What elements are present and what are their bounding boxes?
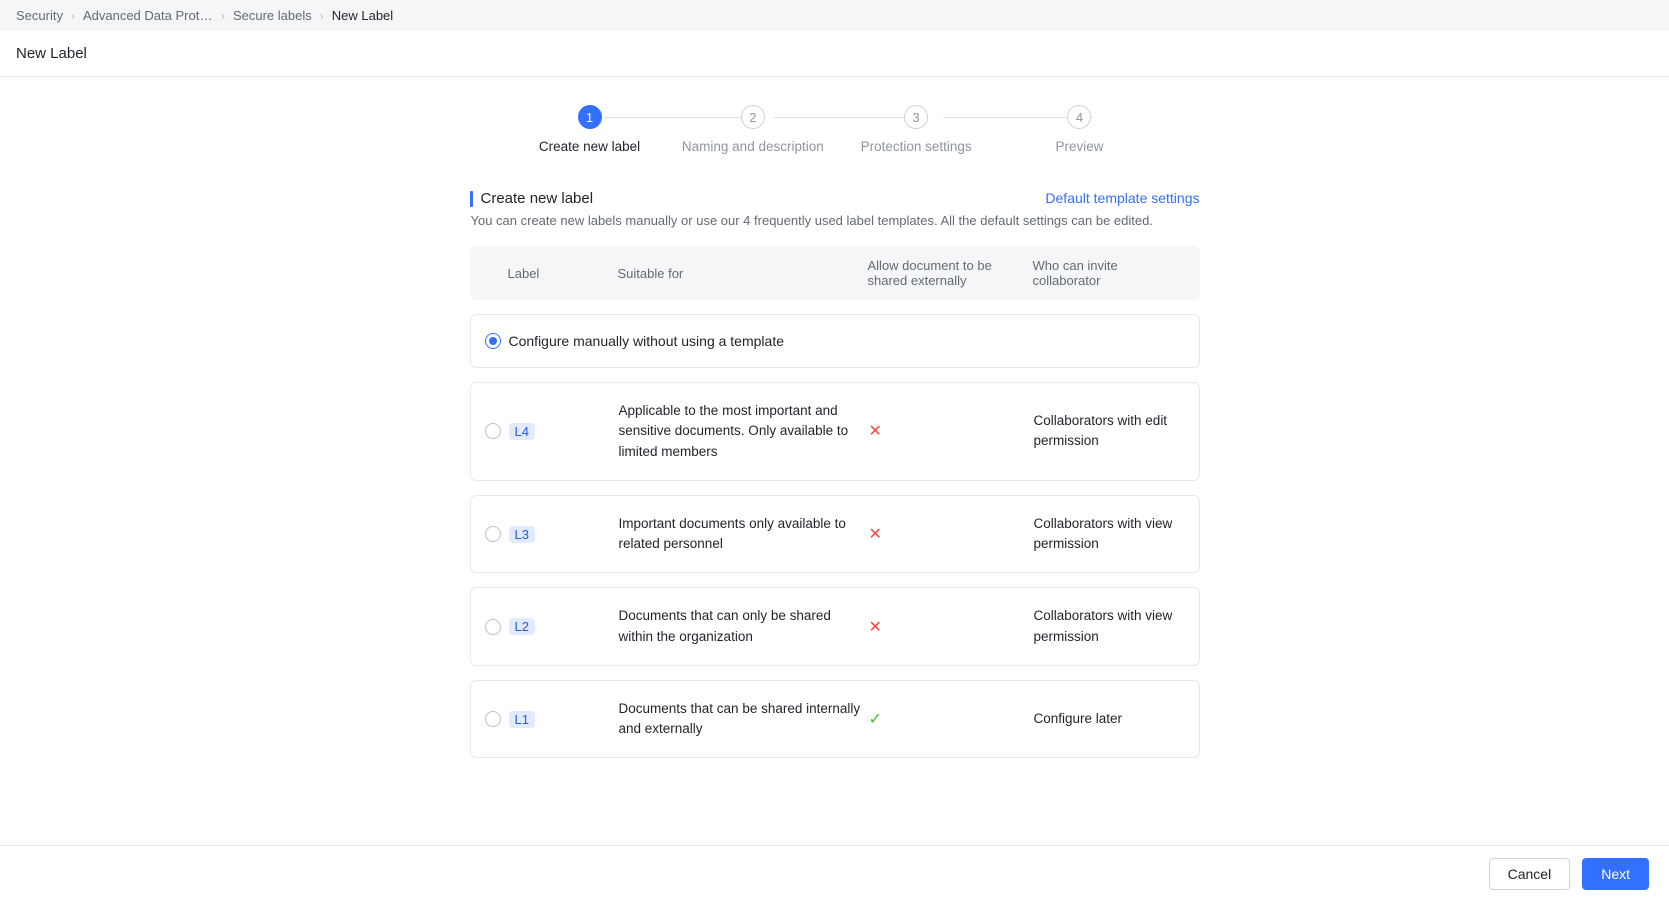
step-circle-2: 2 — [741, 105, 765, 129]
col-header-share: Allow document to be shared externally — [868, 258, 1033, 288]
accent-bar-icon — [470, 191, 473, 207]
col-header-invite: Who can invite collaborator — [1033, 258, 1180, 288]
label-badge: L3 — [509, 526, 535, 543]
breadcrumb-item-current: New Label — [332, 8, 393, 23]
x-icon: ✕ — [869, 423, 882, 440]
radio-manual[interactable] — [485, 333, 501, 349]
template-suitable: Important documents only available to re… — [619, 514, 869, 555]
check-icon: ✓ — [869, 711, 882, 728]
step-1[interactable]: 1 Create new label — [515, 105, 665, 154]
x-icon: ✕ — [869, 619, 882, 636]
template-suitable: Documents that can be shared internally … — [619, 699, 869, 740]
template-share: ✕ — [869, 617, 1034, 637]
template-share: ✕ — [869, 524, 1034, 544]
template-invite: Collaborators with view permission — [1034, 514, 1179, 555]
col-header-label: Label — [508, 266, 618, 281]
breadcrumb: Security › Advanced Data Prote… › Secure… — [0, 0, 1669, 31]
stepper: 1 Create new label 2 Naming and descript… — [515, 105, 1155, 154]
label-badge: L1 — [509, 711, 535, 728]
label-badge: L4 — [509, 423, 535, 440]
template-suitable: Applicable to the most important and sen… — [619, 401, 869, 462]
radio-template[interactable] — [485, 526, 501, 542]
main-content: 1 Create new label 2 Naming and descript… — [0, 77, 1669, 845]
step-label-3: Protection settings — [861, 139, 972, 154]
chevron-right-icon: › — [71, 9, 75, 23]
page-title: New Label — [0, 31, 1669, 77]
section-title: Create new label — [481, 190, 594, 207]
template-share: ✓ — [869, 709, 1034, 729]
radio-template[interactable] — [485, 619, 501, 635]
step-circle-4: 4 — [1067, 105, 1091, 129]
step-circle-1: 1 — [578, 105, 602, 129]
template-suitable: Documents that can only be shared within… — [619, 606, 869, 647]
option-manual-label: Configure manually without using a templ… — [509, 333, 785, 349]
option-template-l1[interactable]: L1 Documents that can be shared internall… — [470, 680, 1200, 759]
default-template-settings-link[interactable]: Default template settings — [1045, 190, 1199, 206]
option-template-l2[interactable]: L2 Documents that can only be shared with… — [470, 587, 1200, 666]
chevron-right-icon: › — [320, 9, 324, 23]
table-header: Label Suitable for Allow document to be … — [470, 246, 1200, 300]
breadcrumb-item-secure-labels[interactable]: Secure labels — [233, 8, 312, 23]
chevron-right-icon: › — [221, 9, 225, 23]
step-2[interactable]: 2 Naming and description — [678, 105, 828, 154]
option-template-l3[interactable]: L3 Important documents only available to … — [470, 495, 1200, 574]
cancel-button[interactable]: Cancel — [1489, 858, 1571, 890]
footer: Cancel Next — [0, 845, 1669, 902]
template-share: ✕ — [869, 421, 1034, 441]
label-badge: L2 — [509, 618, 535, 635]
step-4[interactable]: 4 Preview — [1004, 105, 1154, 154]
radio-template[interactable] — [485, 711, 501, 727]
step-label-1: Create new label — [539, 139, 640, 154]
section-description: You can create new labels manually or us… — [471, 213, 1200, 228]
radio-template[interactable] — [485, 423, 501, 439]
option-manual[interactable]: Configure manually without using a templ… — [470, 314, 1200, 368]
template-invite: Configure later — [1034, 709, 1179, 729]
breadcrumb-item-security[interactable]: Security — [16, 8, 63, 23]
section-header: Create new label Default template settin… — [470, 190, 1200, 207]
option-template-l4[interactable]: L4 Applicable to the most important and s… — [470, 382, 1200, 481]
step-label-2: Naming and description — [682, 139, 824, 154]
step-circle-3: 3 — [904, 105, 928, 129]
step-3[interactable]: 3 Protection settings — [841, 105, 991, 154]
x-icon: ✕ — [869, 526, 882, 543]
next-button[interactable]: Next — [1582, 858, 1649, 890]
template-invite: Collaborators with edit permission — [1034, 411, 1179, 452]
template-invite: Collaborators with view permission — [1034, 606, 1179, 647]
step-label-4: Preview — [1055, 139, 1103, 154]
breadcrumb-item-adp[interactable]: Advanced Data Prote… — [83, 8, 213, 23]
col-header-suitable: Suitable for — [618, 266, 868, 281]
